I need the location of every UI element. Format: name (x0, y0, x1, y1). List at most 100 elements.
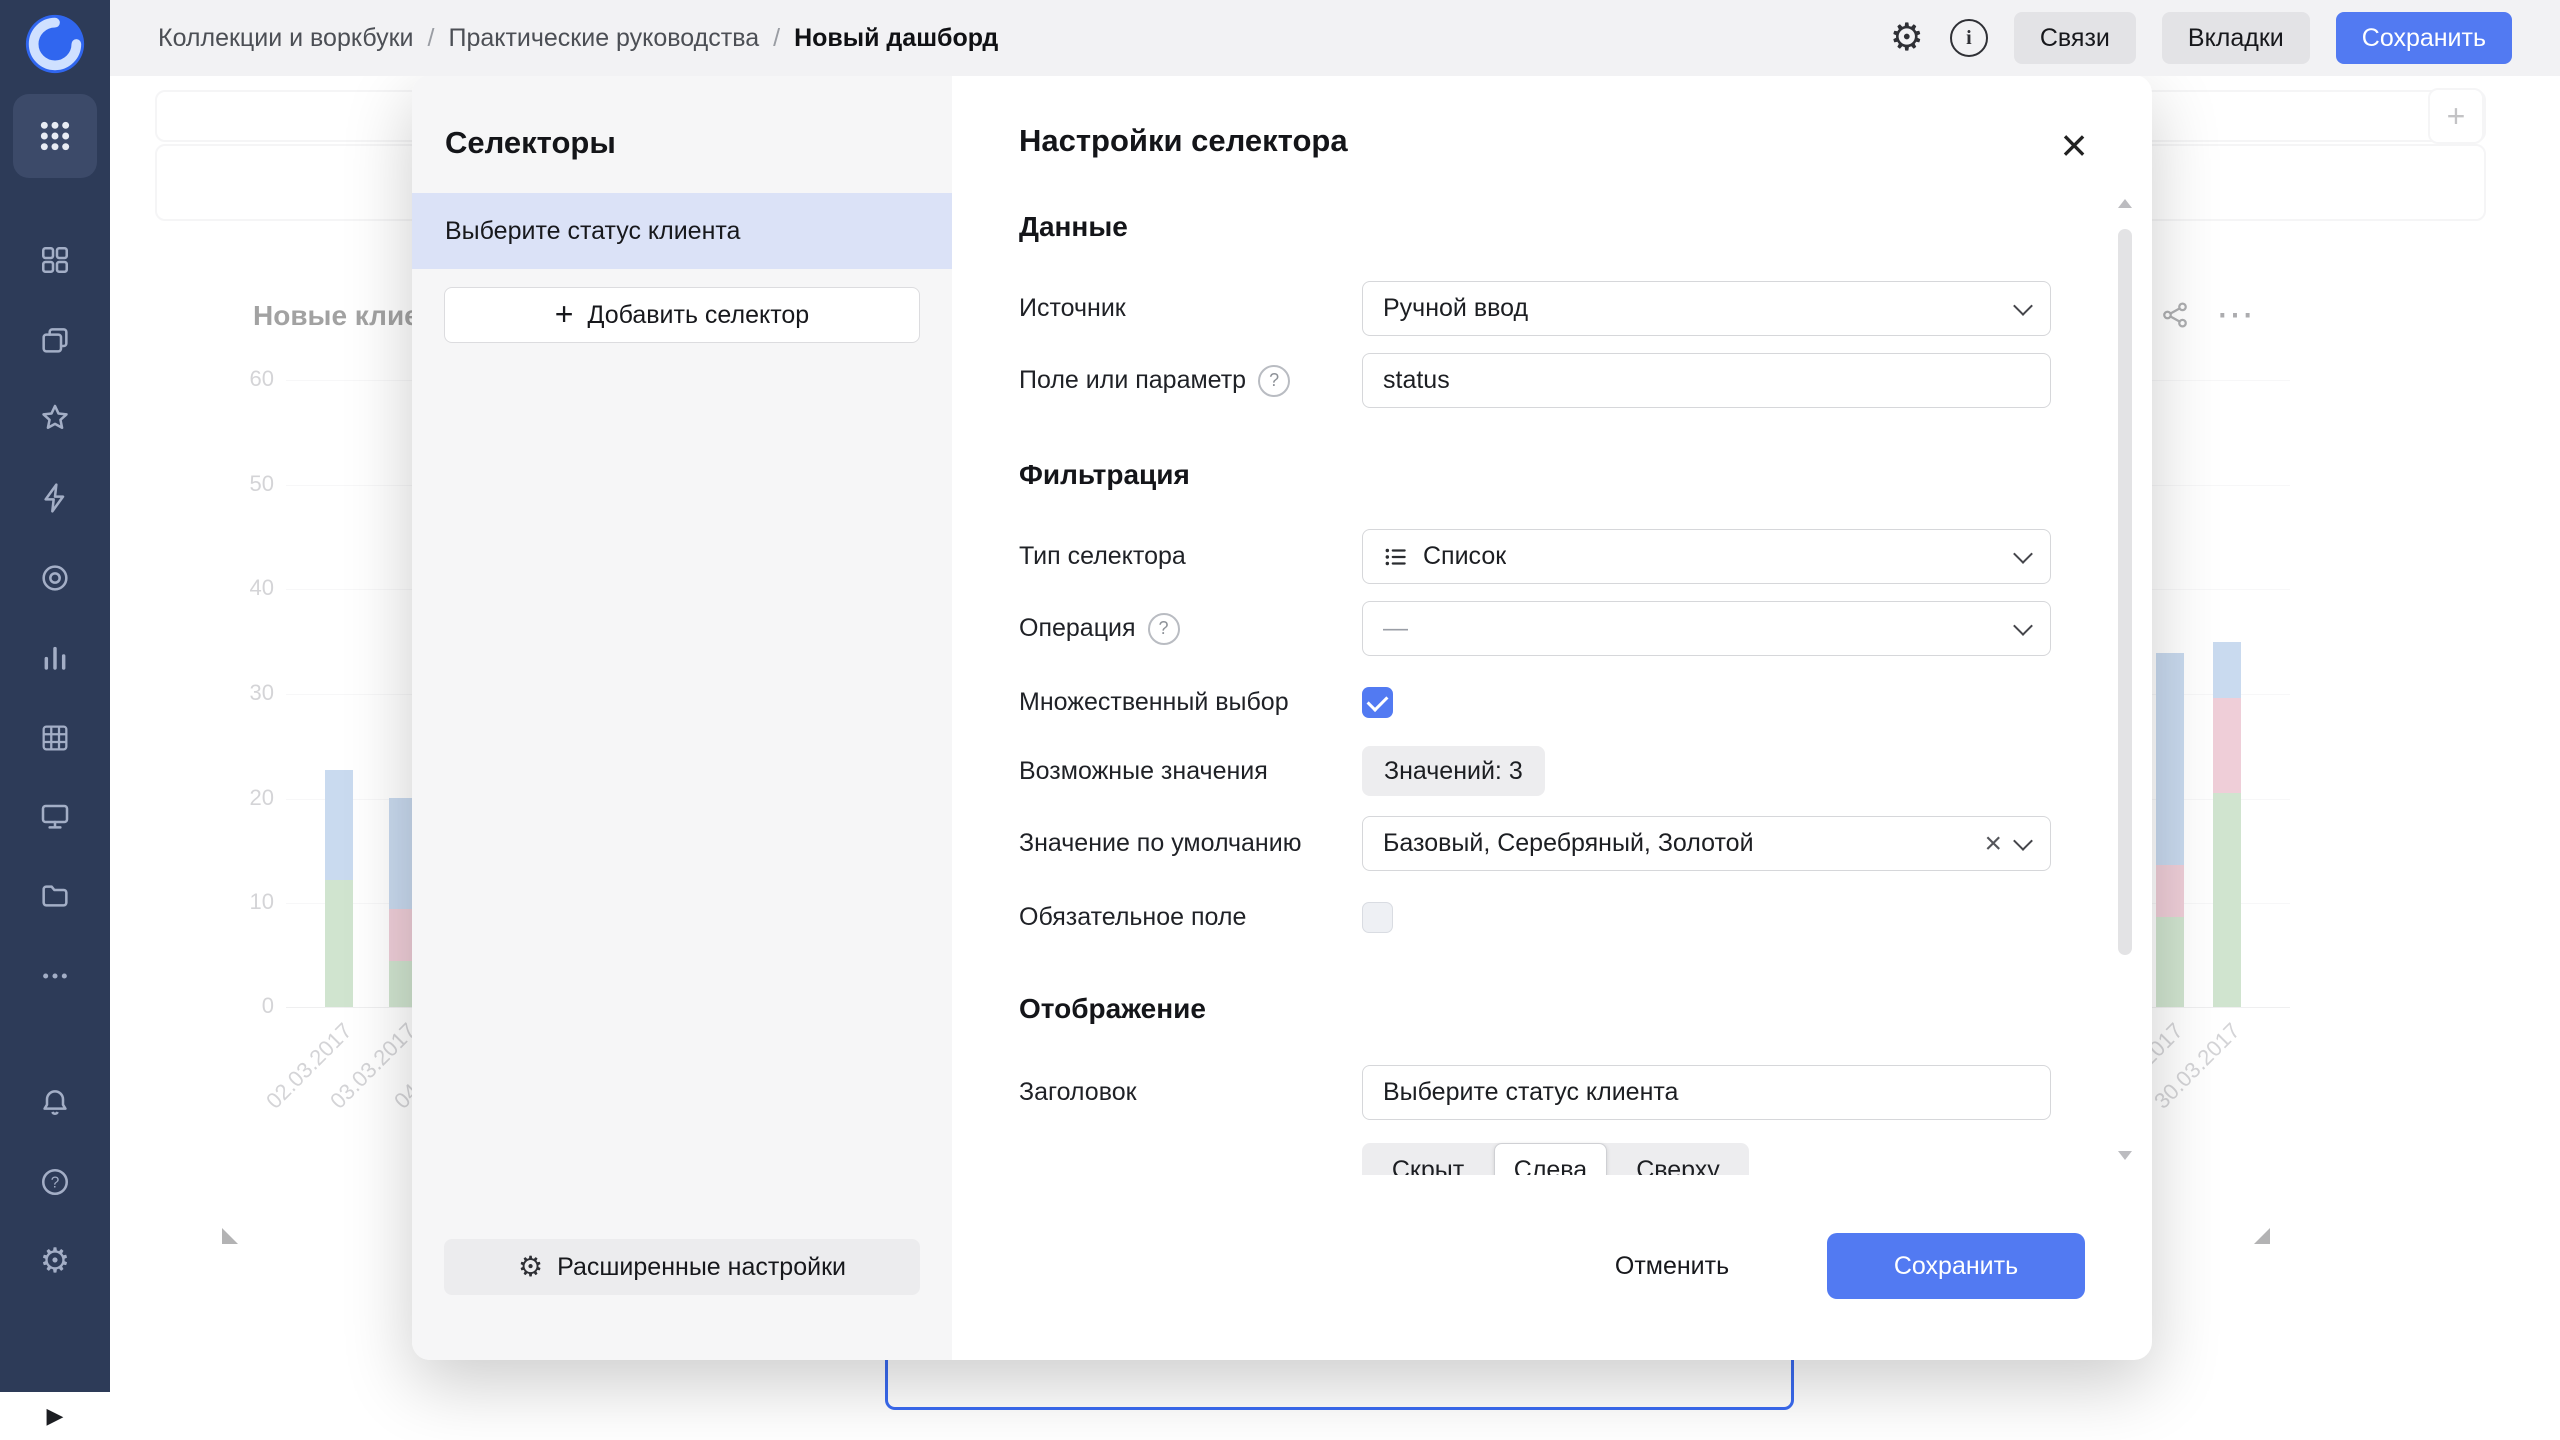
chevron-down-icon (2013, 296, 2033, 316)
field-row-parameter: Поле или параметр ? (1019, 353, 2051, 408)
selectors-pane: Селекторы Выберите статус клиента + Доба… (412, 75, 952, 1360)
field-row-operation: Операция ? — (1019, 601, 2051, 656)
selector-list-item-label: Выберите статус клиента (445, 217, 740, 246)
cancel-button[interactable]: Отменить (1572, 1233, 1772, 1299)
scrollbar-thumb[interactable] (2118, 229, 2132, 955)
source-select-value: Ручной ввод (1383, 294, 1528, 323)
services-grid-tile (13, 94, 97, 178)
settings-scroll-area: Данные Источник Ручной ввод Поле или пар… (1019, 185, 2112, 1175)
selectors-pane-title: Селекторы (445, 125, 616, 161)
check-icon (1367, 690, 1389, 712)
breadcrumb-collections[interactable]: Коллекции и воркбуки (158, 24, 414, 53)
more-icon[interactable] (0, 946, 110, 1006)
plus-icon: + (555, 298, 574, 330)
values-count-badge[interactable]: Значений: 3 (1362, 746, 1545, 796)
info-icon: i (1950, 19, 1988, 57)
selector-type-value: Список (1423, 542, 1506, 571)
operation-label: Операция ? (1019, 613, 1362, 645)
top-header: Коллекции и воркбуки / Практические руко… (110, 0, 2560, 76)
section-heading-display: Отображение (1019, 993, 1206, 1025)
collapse-icon: ▶ (47, 1403, 64, 1429)
breadcrumb-separator: / (773, 24, 780, 53)
close-button[interactable]: × (2048, 119, 2100, 171)
field-row-source: Источник Ручной ввод (1019, 281, 2051, 336)
workbooks-icon[interactable] (0, 310, 110, 370)
dashboards-icon[interactable] (0, 230, 110, 290)
sidebar-collapse-button[interactable]: ▶ (0, 1392, 110, 1440)
section-heading-filtration: Фильтрация (1019, 459, 1190, 491)
selector-settings-dialog: Селекторы Выберите статус клиента + Доба… (412, 75, 2152, 1360)
scroll-down-arrow[interactable] (2118, 1151, 2132, 1160)
operation-value: — (1383, 614, 1408, 643)
services-grid-icon[interactable] (0, 94, 110, 178)
selector-list-item[interactable]: Выберите статус клиента (412, 193, 952, 269)
save-dashboard-button[interactable]: Сохранить (2336, 12, 2512, 64)
source-select[interactable]: Ручной ввод (1362, 281, 2051, 336)
close-icon: × (2061, 118, 2088, 172)
tables-icon[interactable] (0, 708, 110, 768)
save-selector-button[interactable]: Сохранить (1827, 1233, 2085, 1299)
help-question-icon[interactable]: ? (1258, 365, 1290, 397)
links-button[interactable]: Связи (2014, 12, 2136, 64)
add-selector-button[interactable]: + Добавить селектор (444, 287, 920, 343)
notifications-icon[interactable] (0, 1072, 110, 1132)
charts-icon[interactable] (0, 628, 110, 688)
datalens-logo[interactable] (0, 14, 110, 74)
settings-gear-button[interactable]: ⚙ (1890, 19, 1924, 57)
datasets-icon[interactable] (0, 548, 110, 608)
breadcrumb-guides[interactable]: Практические руководства (448, 24, 759, 53)
selector-type-select[interactable]: Список (1362, 529, 2051, 584)
storage-icon[interactable] (0, 866, 110, 926)
possible-values-label: Возможные значения (1019, 757, 1362, 786)
default-value-select[interactable]: Базовый, Серебряный, Золотой × (1362, 816, 2051, 871)
field-row-multi-select: Множественный выбор (1019, 675, 2051, 730)
parameter-label: Поле или параметр ? (1019, 365, 1362, 397)
breadcrumb: Коллекции и воркбуки / Практические руко… (158, 24, 998, 53)
section-heading-data: Данные (1019, 211, 1128, 243)
selector-type-label: Тип селектора (1019, 542, 1362, 571)
title-input[interactable] (1362, 1065, 2051, 1120)
multi-select-checkbox[interactable] (1362, 687, 1393, 718)
gear-icon: ⚙ (40, 1244, 70, 1278)
source-label: Источник (1019, 294, 1362, 323)
add-selector-label: Добавить селектор (587, 301, 809, 330)
favorites-icon[interactable] (0, 388, 110, 448)
chevron-down-icon (2013, 831, 2033, 851)
field-row-required: Обязательное поле (1019, 890, 2051, 945)
scroll-up-arrow[interactable] (2118, 199, 2132, 208)
help-question-icon[interactable]: ? (1148, 613, 1180, 645)
gear-icon: ⚙ (1890, 19, 1924, 57)
dialog-title: Настройки селектора (1019, 123, 1348, 159)
field-row-title: Заголовок (1019, 1065, 2051, 1120)
svg-text:?: ? (51, 1175, 60, 1192)
help-icon[interactable]: ? (0, 1152, 110, 1212)
gear-icon: ⚙ (518, 1253, 543, 1281)
default-value-label: Значение по умолчанию (1019, 829, 1362, 858)
breadcrumb-separator: / (428, 24, 435, 53)
operation-select[interactable]: — (1362, 601, 2051, 656)
segment-option-hidden[interactable]: Скрыт (1362, 1143, 1494, 1175)
segment-option-top[interactable]: Сверху (1607, 1143, 1749, 1175)
sidebar: ? ⚙ (0, 0, 110, 1392)
clear-icon[interactable]: × (1984, 829, 2002, 859)
presentations-icon[interactable] (0, 786, 110, 846)
breadcrumb-current: Новый дашборд (794, 24, 998, 53)
tabs-button[interactable]: Вкладки (2162, 12, 2310, 64)
header-actions: ⚙ i Связи Вкладки Сохранить (1890, 12, 2512, 64)
field-row-default-value: Значение по умолчанию Базовый, Серебряны… (1019, 816, 2051, 871)
advanced-settings-label: Расширенные настройки (557, 1253, 846, 1282)
field-row-possible-values: Возможные значения Значений: 3 (1019, 746, 2051, 796)
multi-select-label: Множественный выбор (1019, 688, 1362, 717)
parameter-input[interactable] (1362, 353, 2051, 408)
list-icon (1383, 544, 1409, 570)
connections-icon[interactable] (0, 468, 110, 528)
required-checkbox[interactable] (1362, 902, 1393, 933)
info-button[interactable]: i (1950, 19, 1988, 57)
chevron-down-icon (2013, 616, 2033, 636)
title-label: Заголовок (1019, 1078, 1362, 1107)
title-position-segmented: Скрыт Слева Сверху (1362, 1143, 1749, 1175)
advanced-settings-button[interactable]: ⚙ Расширенные настройки (444, 1239, 920, 1295)
segment-option-left[interactable]: Слева (1494, 1143, 1607, 1175)
settings-icon[interactable]: ⚙ (0, 1231, 110, 1291)
chevron-down-icon (2013, 544, 2033, 564)
